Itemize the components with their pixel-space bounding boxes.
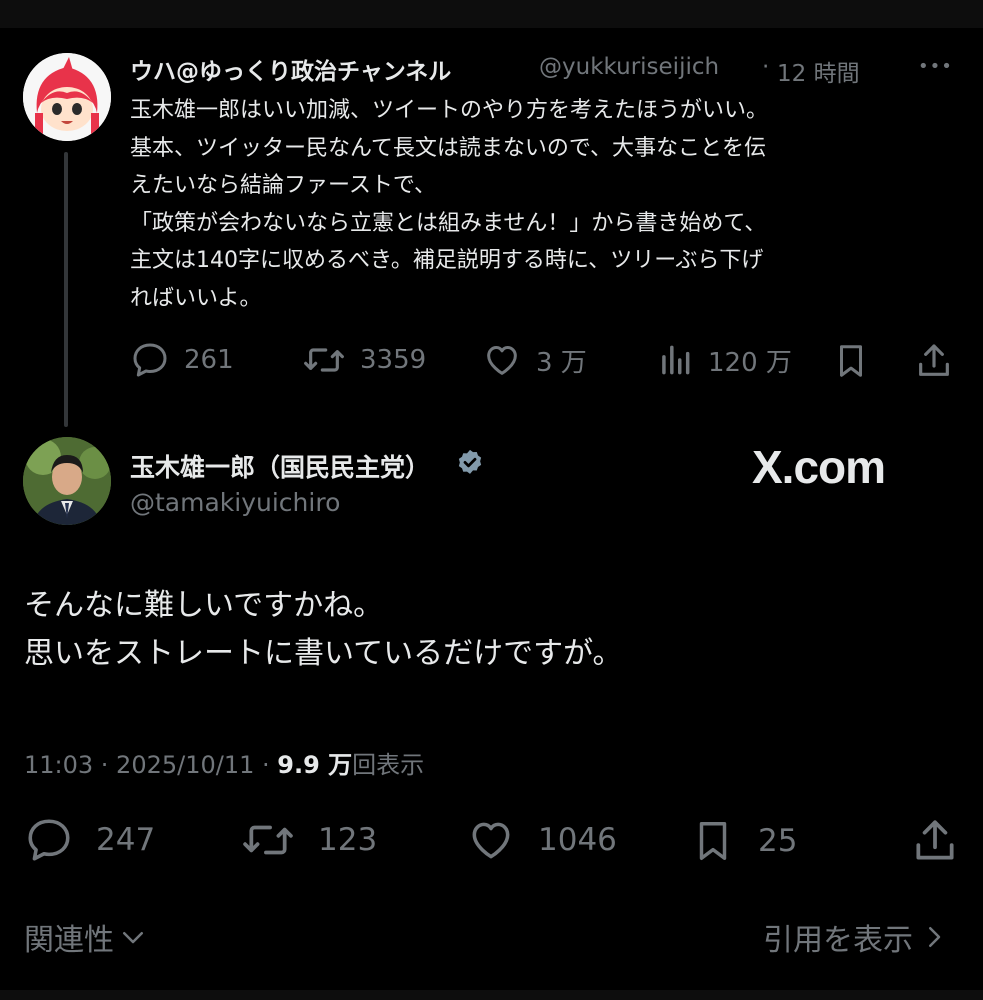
bottom-bar (0, 990, 983, 1000)
repost-icon (243, 825, 293, 855)
share-icon (916, 820, 954, 860)
main-reply-count: 247 (96, 822, 156, 858)
main-like-count: 1046 (538, 822, 617, 858)
main-share-button[interactable] (910, 815, 960, 867)
chevron-right-icon (929, 927, 941, 947)
main-reply-button[interactable]: 247 (24, 815, 155, 865)
quoted-line: 主文は140字に収めるべき。補足説明する時に、ツリーぶら下げ (130, 248, 764, 273)
quoted-tweet-text: 玉木雄一郎はいい加減、ツイートのやり方を考えたほうがいい。 基本、ツイッター民な… (130, 92, 960, 317)
reply-icon (28, 819, 70, 861)
quoted-bookmark-button[interactable] (832, 340, 870, 382)
thread-connector-line (64, 152, 68, 427)
quoted-line: ればいいよ。 (130, 285, 262, 311)
main-line: 思いをストレートに書いているだけですが。 (24, 636, 623, 671)
quoted-separator: · (762, 54, 770, 80)
anime-avatar-icon (23, 53, 111, 141)
main-bookmark-count: 25 (758, 823, 798, 859)
quoted-handle[interactable]: @yukkuriseijich (539, 54, 719, 80)
repost-icon (304, 348, 344, 372)
relevance-label: 関連性 (24, 923, 114, 958)
main-handle[interactable]: @tamakiyuichiro (130, 488, 340, 517)
view-quotes-link[interactable]: 引用を表示 (763, 915, 949, 959)
quoted-like-count: 3 万 (536, 347, 587, 378)
quoted-repost-button[interactable]: 3359 (302, 340, 426, 380)
quoted-repost-count: 3359 (360, 345, 427, 375)
more-options-icon[interactable]: ••• (918, 56, 953, 77)
view-count: 9.9 万 (277, 751, 353, 779)
quoted-view-count: 120 万 (708, 347, 792, 378)
quotes-label: 引用を表示 (763, 923, 913, 958)
x-com-watermark: X.com (752, 441, 886, 493)
relevance-sort-button[interactable]: 関連性 (24, 915, 148, 959)
quoted-line: えたいなら結論ファーストで、 (130, 173, 437, 198)
person-photo-icon (23, 437, 111, 525)
quoted-reply-button[interactable]: 261 (130, 340, 234, 380)
main-repost-button[interactable]: 123 (240, 815, 377, 865)
quoted-line: 基本、ツイッター民なんて長文は読まないので、大事なことを伝 (130, 135, 767, 161)
main-line: そんなに難しいですかね。 (24, 588, 384, 623)
bookmark-icon (699, 822, 727, 860)
timestamp[interactable]: 11:03 · 2025/10/11 · (24, 751, 277, 779)
bookmark-icon (839, 345, 863, 377)
heart-icon (472, 822, 510, 859)
quoted-views-button[interactable]: 120 万 (656, 340, 792, 380)
main-display-name[interactable]: 玉木雄一郎（国民民主党） (130, 448, 430, 484)
quoted-share-button[interactable] (914, 340, 954, 382)
analytics-icon (662, 345, 690, 375)
quoted-display-name[interactable]: ウハ@ゆっくり政治チャンネル (130, 52, 451, 86)
main-repost-count: 123 (318, 822, 378, 858)
main-like-button[interactable]: 1046 (466, 815, 617, 865)
reply-icon (133, 343, 167, 377)
chevron-down-icon (123, 932, 143, 944)
heart-icon (487, 346, 517, 375)
avatar-tamaki[interactable] (23, 437, 111, 525)
quoted-line: 「政策が会わないなら立憲とは組みません！」から書き始めて、 (130, 210, 767, 236)
quoted-reply-count: 261 (184, 345, 234, 375)
quoted-like-button[interactable]: 3 万 (482, 340, 587, 380)
avatar-yukkuri[interactable] (23, 53, 111, 141)
quoted-time[interactable]: 12 時間 (777, 54, 860, 88)
main-bookmark-button[interactable]: 25 (690, 815, 797, 867)
top-status-bar (0, 0, 983, 28)
main-tweet-text: そんなに難しいですかね。 思いをストレートに書いているだけですが。 (24, 582, 623, 678)
quoted-line: 玉木雄一郎はいい加減、ツイートのやり方を考えたほうがいい。 (130, 98, 769, 123)
share-icon (919, 344, 949, 376)
view-label: 回表示 (352, 751, 425, 779)
timestamp-line: 11:03 · 2025/10/11 · 9.9 万回表示 (24, 745, 424, 780)
verified-badge-icon (455, 448, 485, 482)
